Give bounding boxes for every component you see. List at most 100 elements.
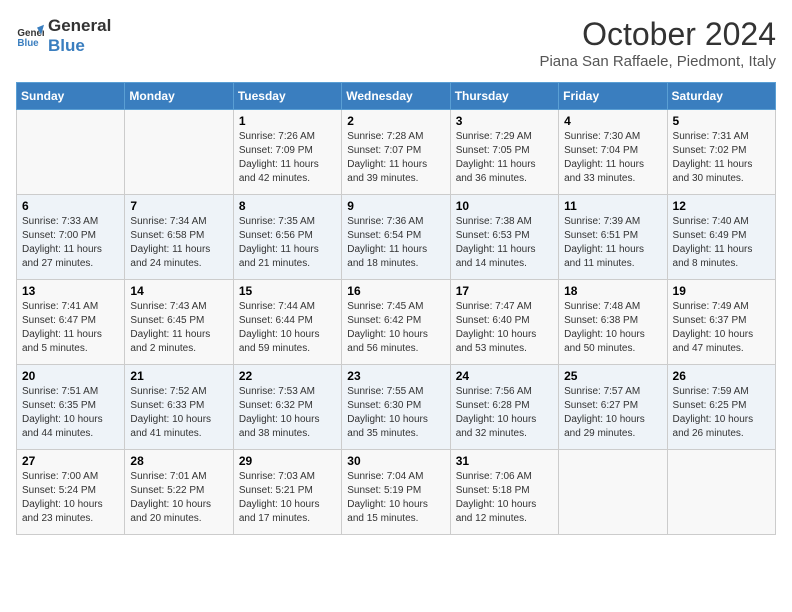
day-of-week-header: Thursday bbox=[450, 83, 558, 110]
day-number: 23 bbox=[347, 369, 444, 383]
day-info: Sunrise: 7:30 AM Sunset: 7:04 PM Dayligh… bbox=[564, 130, 661, 186]
day-of-week-header: Monday bbox=[125, 83, 233, 110]
svg-text:Blue: Blue bbox=[17, 38, 39, 49]
day-number: 26 bbox=[673, 369, 770, 383]
calendar-cell: 3 Sunrise: 7:29 AM Sunset: 7:05 PM Daylig… bbox=[450, 110, 558, 195]
calendar-header: SundayMondayTuesdayWednesdayThursdayFrid… bbox=[17, 83, 776, 110]
day-number: 29 bbox=[239, 454, 336, 468]
day-info: Sunrise: 7:49 AM Sunset: 6:37 PM Dayligh… bbox=[673, 300, 770, 356]
day-number: 14 bbox=[130, 284, 227, 298]
calendar-cell: 2 Sunrise: 7:28 AM Sunset: 7:07 PM Daylig… bbox=[342, 110, 450, 195]
day-info: Sunrise: 7:01 AM Sunset: 5:22 PM Dayligh… bbox=[130, 470, 227, 526]
day-number: 4 bbox=[564, 114, 661, 128]
calendar-cell: 24 Sunrise: 7:56 AM Sunset: 6:28 PM Dayli… bbox=[450, 365, 558, 450]
day-info: Sunrise: 7:53 AM Sunset: 6:32 PM Dayligh… bbox=[239, 385, 336, 441]
day-number: 22 bbox=[239, 369, 336, 383]
calendar-cell: 30 Sunrise: 7:04 AM Sunset: 5:19 PM Dayli… bbox=[342, 450, 450, 535]
day-info: Sunrise: 7:43 AM Sunset: 6:45 PM Dayligh… bbox=[130, 300, 227, 356]
day-info: Sunrise: 7:52 AM Sunset: 6:33 PM Dayligh… bbox=[130, 385, 227, 441]
calendar-cell: 27 Sunrise: 7:00 AM Sunset: 5:24 PM Dayli… bbox=[17, 450, 125, 535]
calendar-cell bbox=[125, 110, 233, 195]
calendar-cell: 16Sunrise: 7:45 AM Sunset: 6:42 PM Dayli… bbox=[342, 280, 450, 365]
calendar-cell: 4 Sunrise: 7:30 AM Sunset: 7:04 PM Daylig… bbox=[559, 110, 667, 195]
day-number: 3 bbox=[456, 114, 553, 128]
day-number: 5 bbox=[673, 114, 770, 128]
day-info: Sunrise: 7:59 AM Sunset: 6:25 PM Dayligh… bbox=[673, 385, 770, 441]
day-number: 20 bbox=[22, 369, 119, 383]
day-number: 30 bbox=[347, 454, 444, 468]
day-info: Sunrise: 7:41 AM Sunset: 6:47 PM Dayligh… bbox=[22, 300, 119, 356]
day-number: 2 bbox=[347, 114, 444, 128]
calendar-cell: 21 Sunrise: 7:52 AM Sunset: 6:33 PM Dayli… bbox=[125, 365, 233, 450]
calendar-cell: 19 Sunrise: 7:49 AM Sunset: 6:37 PM Dayli… bbox=[667, 280, 775, 365]
day-of-week-header: Sunday bbox=[17, 83, 125, 110]
day-number: 17 bbox=[456, 284, 553, 298]
calendar-cell: 20 Sunrise: 7:51 AM Sunset: 6:35 PM Dayli… bbox=[17, 365, 125, 450]
day-info: Sunrise: 7:57 AM Sunset: 6:27 PM Dayligh… bbox=[564, 385, 661, 441]
day-number: 19 bbox=[673, 284, 770, 298]
page-header: General Blue General Blue October 2024 P… bbox=[16, 16, 776, 70]
calendar-cell: 9 Sunrise: 7:36 AM Sunset: 6:54 PM Daylig… bbox=[342, 195, 450, 280]
title-block: October 2024 Piana San Raffaele, Piedmon… bbox=[539, 16, 776, 70]
day-info: Sunrise: 7:47 AM Sunset: 6:40 PM Dayligh… bbox=[456, 300, 553, 356]
calendar-cell: 22 Sunrise: 7:53 AM Sunset: 6:32 PM Dayli… bbox=[233, 365, 341, 450]
day-number: 31 bbox=[456, 454, 553, 468]
calendar-cell: 6Sunrise: 7:33 AM Sunset: 7:00 PM Daylig… bbox=[17, 195, 125, 280]
day-info: Sunrise: 7:36 AM Sunset: 6:54 PM Dayligh… bbox=[347, 215, 444, 271]
day-number: 27 bbox=[22, 454, 119, 468]
calendar-cell: 13 Sunrise: 7:41 AM Sunset: 6:47 PM Dayli… bbox=[17, 280, 125, 365]
day-number: 9 bbox=[347, 199, 444, 213]
calendar-cell: 7 Sunrise: 7:34 AM Sunset: 6:58 PM Daylig… bbox=[125, 195, 233, 280]
day-number: 15 bbox=[239, 284, 336, 298]
calendar-cell bbox=[667, 450, 775, 535]
day-info: Sunrise: 7:00 AM Sunset: 5:24 PM Dayligh… bbox=[22, 470, 119, 526]
day-info: Sunrise: 7:56 AM Sunset: 6:28 PM Dayligh… bbox=[456, 385, 553, 441]
day-number: 12 bbox=[673, 199, 770, 213]
calendar-cell bbox=[559, 450, 667, 535]
logo-line1: General bbox=[48, 16, 111, 36]
day-number: 25 bbox=[564, 369, 661, 383]
calendar-cell: 10 Sunrise: 7:38 AM Sunset: 6:53 PM Dayli… bbox=[450, 195, 558, 280]
calendar-cell: 8 Sunrise: 7:35 AM Sunset: 6:56 PM Daylig… bbox=[233, 195, 341, 280]
location: Piana San Raffaele, Piedmont, Italy bbox=[539, 53, 776, 70]
calendar-cell: 28Sunrise: 7:01 AM Sunset: 5:22 PM Dayli… bbox=[125, 450, 233, 535]
calendar-cell: 15Sunrise: 7:44 AM Sunset: 6:44 PM Dayli… bbox=[233, 280, 341, 365]
day-info: Sunrise: 7:48 AM Sunset: 6:38 PM Dayligh… bbox=[564, 300, 661, 356]
day-info: Sunrise: 7:39 AM Sunset: 6:51 PM Dayligh… bbox=[564, 215, 661, 271]
day-number: 6 bbox=[22, 199, 119, 213]
calendar-cell: 1 Sunrise: 7:26 AM Sunset: 7:09 PM Daylig… bbox=[233, 110, 341, 195]
day-info: Sunrise: 7:38 AM Sunset: 6:53 PM Dayligh… bbox=[456, 215, 553, 271]
calendar-cell: 5 Sunrise: 7:31 AM Sunset: 7:02 PM Daylig… bbox=[667, 110, 775, 195]
day-number: 8 bbox=[239, 199, 336, 213]
calendar-cell: 31 Sunrise: 7:06 AM Sunset: 5:18 PM Dayli… bbox=[450, 450, 558, 535]
calendar-cell: 17 Sunrise: 7:47 AM Sunset: 6:40 PM Dayli… bbox=[450, 280, 558, 365]
day-info: Sunrise: 7:28 AM Sunset: 7:07 PM Dayligh… bbox=[347, 130, 444, 186]
day-info: Sunrise: 7:51 AM Sunset: 6:35 PM Dayligh… bbox=[22, 385, 119, 441]
day-number: 11 bbox=[564, 199, 661, 213]
day-info: Sunrise: 7:04 AM Sunset: 5:19 PM Dayligh… bbox=[347, 470, 444, 526]
day-number: 24 bbox=[456, 369, 553, 383]
day-number: 21 bbox=[130, 369, 227, 383]
day-number: 1 bbox=[239, 114, 336, 128]
day-of-week-header: Wednesday bbox=[342, 83, 450, 110]
day-info: Sunrise: 7:26 AM Sunset: 7:09 PM Dayligh… bbox=[239, 130, 336, 186]
day-info: Sunrise: 7:29 AM Sunset: 7:05 PM Dayligh… bbox=[456, 130, 553, 186]
day-info: Sunrise: 7:35 AM Sunset: 6:56 PM Dayligh… bbox=[239, 215, 336, 271]
calendar-cell: 26 Sunrise: 7:59 AM Sunset: 6:25 PM Dayli… bbox=[667, 365, 775, 450]
day-number: 7 bbox=[130, 199, 227, 213]
logo: General Blue General Blue bbox=[16, 16, 111, 57]
calendar-cell: 18 Sunrise: 7:48 AM Sunset: 6:38 PM Dayli… bbox=[559, 280, 667, 365]
calendar-cell: 25 Sunrise: 7:57 AM Sunset: 6:27 PM Dayli… bbox=[559, 365, 667, 450]
day-number: 13 bbox=[22, 284, 119, 298]
day-info: Sunrise: 7:40 AM Sunset: 6:49 PM Dayligh… bbox=[673, 215, 770, 271]
calendar-cell: 12 Sunrise: 7:40 AM Sunset: 6:49 PM Dayli… bbox=[667, 195, 775, 280]
calendar-cell bbox=[17, 110, 125, 195]
day-info: Sunrise: 7:34 AM Sunset: 6:58 PM Dayligh… bbox=[130, 215, 227, 271]
day-number: 10 bbox=[456, 199, 553, 213]
day-of-week-header: Tuesday bbox=[233, 83, 341, 110]
day-number: 18 bbox=[564, 284, 661, 298]
calendar-cell: 29Sunrise: 7:03 AM Sunset: 5:21 PM Dayli… bbox=[233, 450, 341, 535]
calendar-table: SundayMondayTuesdayWednesdayThursdayFrid… bbox=[16, 82, 776, 535]
day-info: Sunrise: 7:06 AM Sunset: 5:18 PM Dayligh… bbox=[456, 470, 553, 526]
day-info: Sunrise: 7:31 AM Sunset: 7:02 PM Dayligh… bbox=[673, 130, 770, 186]
